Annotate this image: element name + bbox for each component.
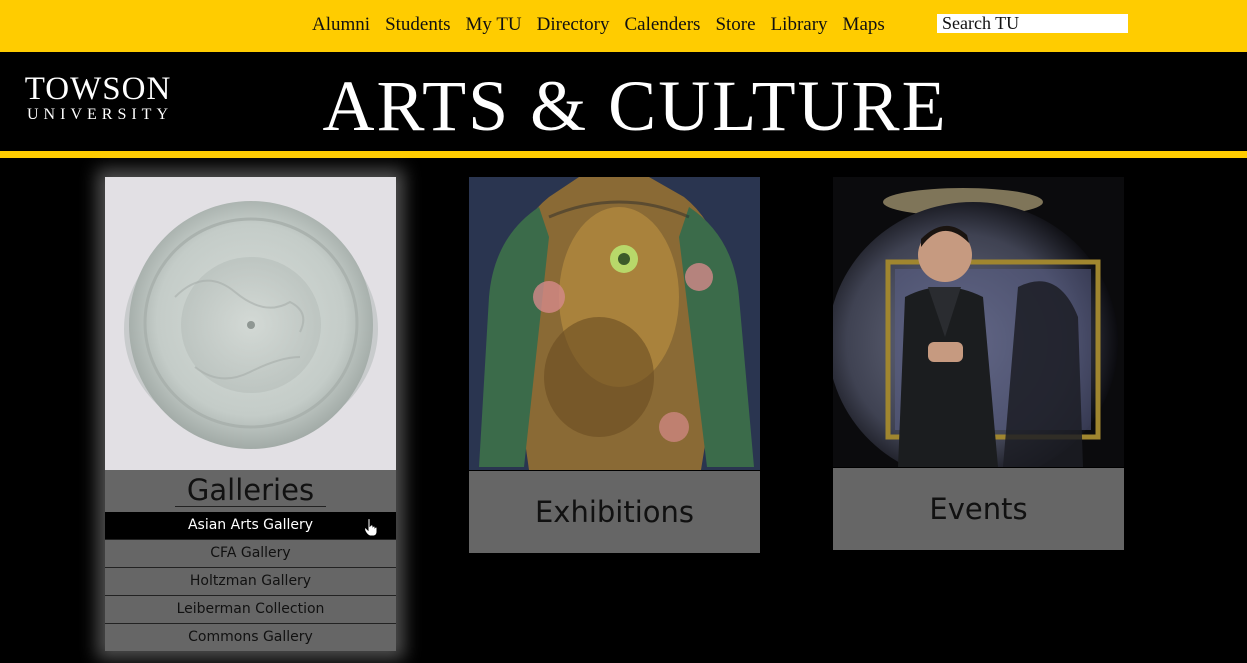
submenu-link-commons[interactable]: Commons Gallery [105,624,396,651]
topnav-link-directory[interactable]: Directory [537,14,610,35]
topnav-item-library: Library [771,14,828,36]
towson-logo[interactable]: TOWSON UNIVERSITY [17,71,179,125]
exhibitions-card: Exhibitions [469,177,760,553]
header-divider [0,151,1247,158]
topnav-link-my-tu[interactable]: My TU [466,14,522,35]
topnav-item-my-tu: My TU [466,14,522,36]
top-nav: Alumni Students My TU Directory Calender… [312,14,900,36]
topnav-link-maps[interactable]: Maps [843,14,885,35]
submenu-link-asian-arts[interactable]: Asian Arts Gallery [105,512,396,539]
events-heading[interactable]: Events [833,468,1124,550]
submenu-link-holtzman[interactable]: Holtzman Gallery [105,568,396,595]
events-card: Events [833,177,1124,550]
page-title: ARTS & CULTURE [322,66,948,146]
search-input[interactable] [937,14,1128,33]
topnav-link-alumni[interactable]: Alumni [312,14,370,35]
exhibitions-photo[interactable] [469,177,760,470]
galleries-heading: Galleries [174,474,327,507]
submenu-item-holtzman: Holtzman Gallery [105,567,396,595]
submenu-item-leiberman: Leiberman Collection [105,595,396,623]
topnav-item-alumni: Alumni [312,14,370,36]
submenu-item-cfa: CFA Gallery [105,539,396,567]
site-header: TOWSON UNIVERSITY ARTS & CULTURE [0,52,1247,151]
submenu-item-asian-arts: Asian Arts Gallery [105,510,396,539]
hand-pointer-icon [364,518,378,537]
topnav-link-students[interactable]: Students [385,14,450,35]
topnav-item-students: Students [385,14,450,36]
galleries-card: Galleries Asian Arts Gallery CFA Gallery… [105,177,396,651]
topnav-item-calenders: Calenders [624,14,700,36]
logo-wordmark-bottom: UNIVERSITY [27,106,173,123]
topnav-item-store: Store [715,14,755,36]
topnav-link-store[interactable]: Store [715,14,755,35]
topnav-link-library[interactable]: Library [771,14,828,35]
topnav-item-directory: Directory [537,14,610,36]
events-photo[interactable] [833,177,1124,467]
galleries-photo[interactable] [105,177,396,470]
topnav-item-maps: Maps [843,14,885,36]
submenu-item-commons: Commons Gallery [105,623,396,651]
exhibitions-heading[interactable]: Exhibitions [469,471,760,553]
top-utility-bar: Alumni Students My TU Directory Calender… [0,0,1247,52]
submenu-link-cfa[interactable]: CFA Gallery [105,540,396,567]
logo-wordmark-top: TOWSON [24,71,172,107]
submenu-link-leiberman[interactable]: Leiberman Collection [105,596,396,623]
topnav-link-calenders[interactable]: Calenders [624,14,700,35]
galleries-heading-link[interactable]: Galleries [105,470,396,510]
galleries-submenu: Asian Arts Gallery CFA Gallery Holtzman … [105,510,396,651]
